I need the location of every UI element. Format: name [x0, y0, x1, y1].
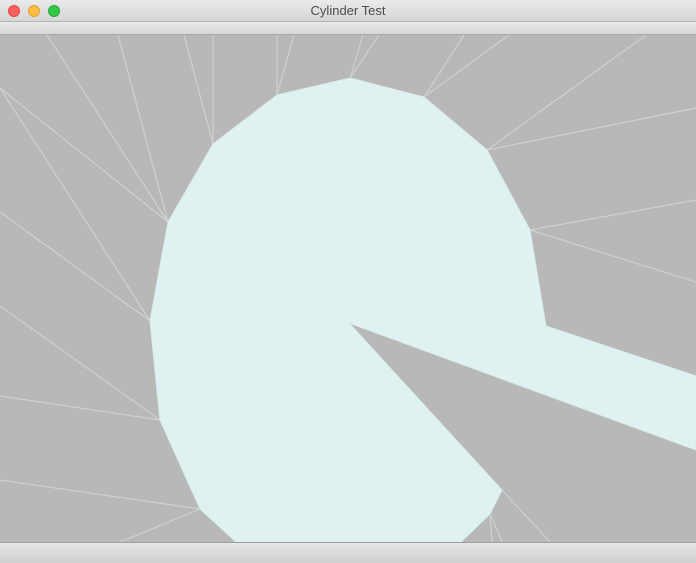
window-title: Cylinder Test: [310, 3, 386, 18]
render-viewport[interactable]: [0, 35, 696, 542]
cylinder-render: [0, 35, 696, 542]
status-bar: [0, 542, 696, 563]
app-window: Cylinder Test: [0, 0, 696, 563]
title-bar[interactable]: Cylinder Test: [0, 0, 696, 22]
toolbar-strip: [0, 22, 696, 35]
